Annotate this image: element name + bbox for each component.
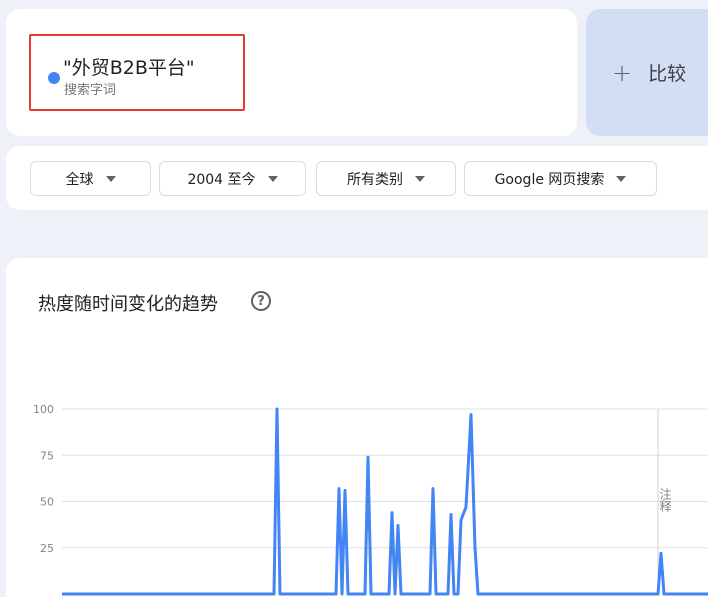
y-tick-label: 25 [40,542,54,555]
chart-grid [62,408,708,549]
annotation-label[interactable]: 注释 [658,487,672,512]
y-tick-label: 75 [40,449,54,462]
y-tick-label: 100 [33,403,54,416]
y-axis-ticks: 100 75 50 25 [33,403,54,555]
y-tick-label: 50 [40,496,54,509]
trend-chart: 100 75 50 25 注释 [33,403,708,596]
